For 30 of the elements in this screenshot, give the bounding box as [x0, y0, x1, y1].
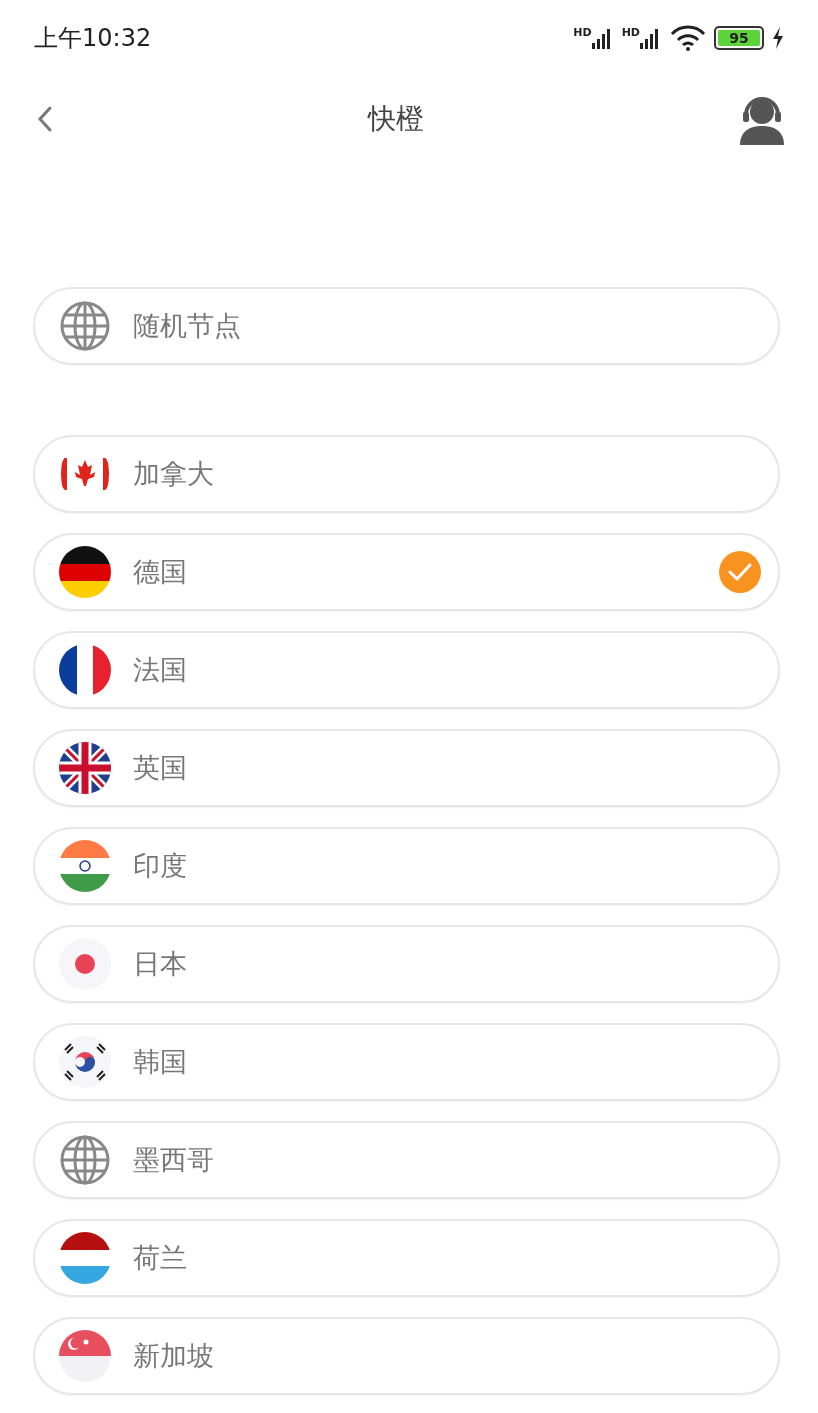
node-option[interactable]: 日本 [33, 925, 780, 1003]
battery-icon: 95 [714, 26, 764, 50]
page-title: 快橙 [368, 101, 424, 137]
flag-icon [59, 938, 111, 990]
hd-label: HD [573, 27, 592, 38]
flag-icon [59, 1036, 111, 1088]
charging-icon [772, 27, 784, 49]
check-icon [718, 550, 762, 594]
node-option[interactable]: 墨西哥 [33, 1121, 780, 1199]
globe-icon [59, 300, 111, 352]
flag-icon [59, 742, 111, 794]
globe-icon [59, 1134, 111, 1186]
flag-icon [59, 1232, 111, 1284]
node-option[interactable]: 德国 [33, 533, 780, 611]
node-option[interactable]: 英国 [33, 729, 780, 807]
status-time: 上午10:32 [34, 23, 152, 54]
node-option[interactable]: 荷兰 [33, 1219, 780, 1297]
node-option[interactable]: 法国 [33, 631, 780, 709]
node-option[interactable]: 随机节点 [33, 287, 780, 365]
node-option[interactable]: 加拿大 [33, 435, 780, 513]
hd-label: HD [621, 27, 640, 38]
flag-icon [59, 546, 111, 598]
flag-icon [59, 1330, 111, 1382]
flag-icon [59, 840, 111, 892]
node-option[interactable]: 韩国 [33, 1023, 780, 1101]
back-icon[interactable] [36, 105, 54, 133]
wifi-icon [670, 25, 706, 51]
node-option[interactable]: 新加坡 [33, 1317, 780, 1395]
node-option[interactable]: 印度 [33, 827, 780, 905]
flag-icon [59, 644, 111, 696]
